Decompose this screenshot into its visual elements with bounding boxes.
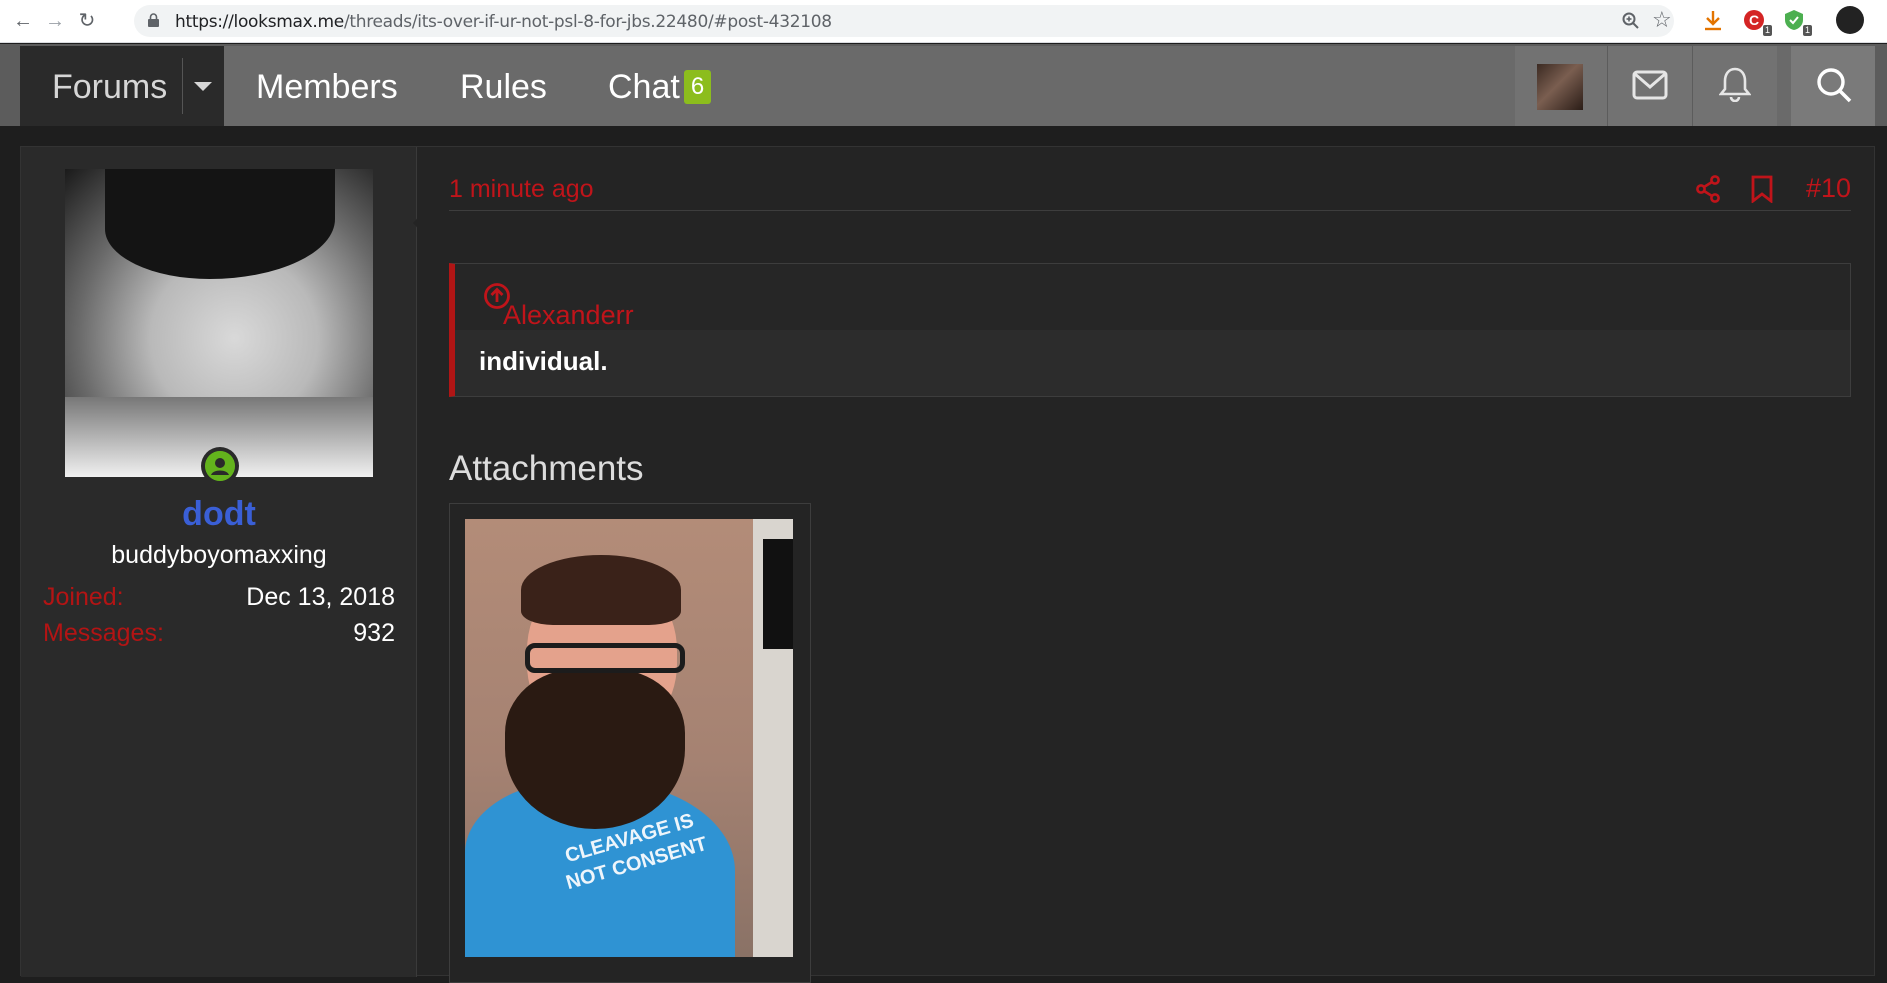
url-path: /threads/its-over-if-ur-not-psl-8-for-jb… [343, 12, 832, 32]
lock-icon [148, 13, 159, 27]
post-header: 1 minute ago #10 [449, 173, 1851, 211]
attachment-image[interactable]: CLEAVAGE IS NOT CONSENT [465, 519, 793, 957]
forward-icon[interactable]: → [42, 8, 68, 34]
nav-chat[interactable]: Chat 6 [608, 68, 712, 107]
attachment-thumbnail[interactable]: CLEAVAGE IS NOT CONSENT [449, 503, 811, 983]
share-icon[interactable] [1695, 175, 1721, 203]
nav-alerts[interactable] [1692, 46, 1777, 126]
avatar[interactable] [1537, 64, 1583, 110]
nav-search[interactable] [1791, 46, 1875, 126]
avatar-hair [105, 169, 335, 279]
quote-author-line[interactable]: Alexanderr said: [479, 282, 634, 361]
nav-account[interactable] [1515, 46, 1607, 126]
envelope-icon[interactable] [1632, 70, 1668, 100]
nav-forums-label[interactable]: Forums [52, 68, 167, 107]
address-bar[interactable]: https://looksmax.me/threads/its-over-if-… [134, 5, 1674, 37]
reload-icon[interactable]: ↻ [74, 8, 100, 34]
quote-header[interactable]: Alexanderr said: [455, 264, 1850, 361]
user-title: buddyboyomaxxing [111, 541, 327, 569]
chat-count-badge: 6 [683, 70, 712, 104]
bell-icon[interactable] [1719, 66, 1751, 102]
joined-value: Dec 13, 2018 [246, 583, 395, 611]
bookmark-icon[interactable] [1751, 175, 1773, 203]
sidebar-pointer [413, 199, 435, 247]
image-hair [521, 555, 681, 625]
post-container: dodt buddyboyomaxxing Joined: Dec 13, 20… [20, 146, 1875, 983]
browser-toolbar: ← → ↻ https://looksmax.me/threads/its-ov… [0, 0, 1887, 43]
forum-navbar: Forums Members Rules Chat 6 [0, 44, 1887, 126]
quote-text: individual. [479, 346, 608, 376]
star-icon[interactable]: ☆ [1652, 7, 1672, 33]
quote-block: Alexanderr said: individual. [449, 263, 1851, 397]
url-host: https://looksmax.me [175, 12, 344, 32]
online-status [201, 447, 239, 485]
chevron-down-icon[interactable] [194, 82, 212, 91]
joined-stat: Joined: Dec 13, 2018 [43, 583, 395, 612]
nav-chat-label[interactable]: Chat [608, 68, 680, 106]
search-icon[interactable] [1815, 66, 1853, 104]
nav-separator [182, 58, 183, 114]
post-timestamp[interactable]: 1 minute ago [449, 175, 594, 204]
image-beard [505, 669, 685, 829]
username[interactable]: dodt [21, 495, 417, 534]
attachments-title: Attachments [449, 449, 644, 488]
shield-extension-icon[interactable]: 1 [1782, 8, 1812, 36]
adblock-extension-icon[interactable]: C 1 [1742, 8, 1772, 36]
messages-stat: Messages: 932 [43, 619, 395, 648]
post-number[interactable]: #10 [1806, 173, 1851, 204]
messages-label: Messages: [43, 619, 164, 647]
nav-user-area [1515, 46, 1777, 126]
joined-label: Joined: [43, 583, 124, 611]
svg-text:C: C [1749, 12, 1759, 28]
zoom-icon[interactable] [1622, 12, 1640, 30]
nav-inbox[interactable] [1607, 46, 1692, 126]
url-text: https://looksmax.me/threads/its-over-if-… [175, 12, 832, 32]
nav-rules[interactable]: Rules [460, 68, 547, 107]
profile-avatar-icon[interactable] [1836, 6, 1864, 34]
image-glasses [525, 643, 685, 673]
nav-forums[interactable]: Forums [20, 46, 224, 126]
image-tv [763, 539, 793, 649]
quote-body: individual. [455, 330, 1850, 396]
extension-badge: 1 [1802, 25, 1812, 36]
user-sidebar: dodt buddyboyomaxxing Joined: Dec 13, 20… [21, 147, 417, 977]
back-icon[interactable]: ← [10, 8, 36, 34]
user-avatar[interactable] [65, 169, 373, 477]
user-online-icon [205, 451, 235, 481]
download-icon[interactable] [1704, 10, 1722, 32]
messages-value: 932 [353, 619, 395, 647]
nav-members[interactable]: Members [256, 68, 398, 107]
extension-badge: 1 [1762, 25, 1772, 36]
